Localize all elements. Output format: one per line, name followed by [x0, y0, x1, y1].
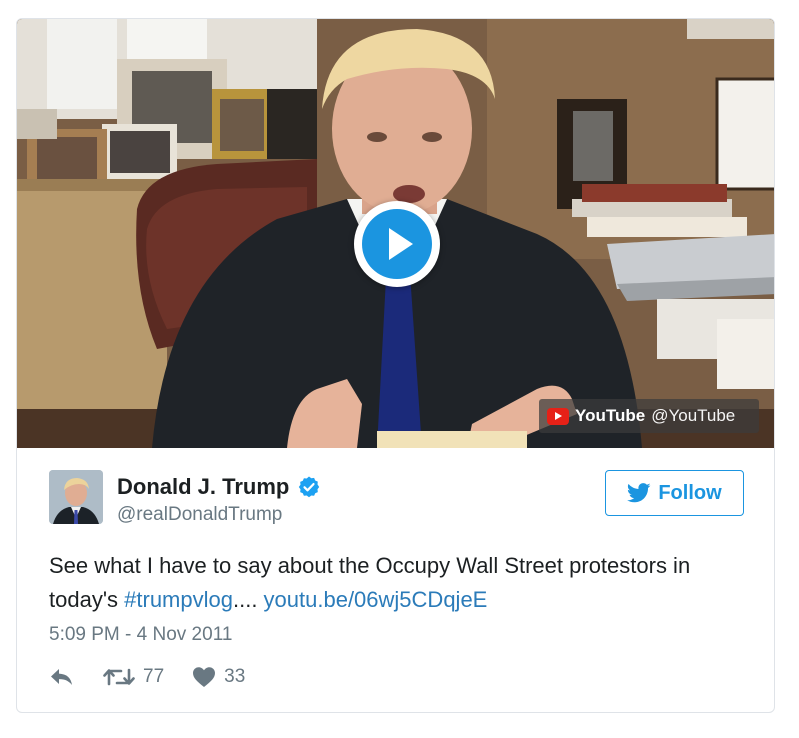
embedded-tweet-card: YouTube @YouTube Donald J. Trump @realDo…: [16, 18, 775, 713]
video-url-link[interactable]: youtu.be/06wj5CDqjeE: [264, 587, 488, 612]
youtube-provider-handle: @YouTube: [651, 406, 736, 425]
avatar[interactable]: [49, 470, 103, 524]
youtube-provider-name: YouTube: [575, 406, 646, 425]
reply-button[interactable]: [49, 667, 75, 687]
tweet-actions: 77 33: [49, 666, 245, 688]
video-thumbnail[interactable]: YouTube @YouTube: [17, 19, 774, 448]
tweet-text: See what I have to say about the Occupy …: [49, 549, 749, 617]
verified-badge-icon: [299, 476, 320, 498]
author-name-row[interactable]: Donald J. Trump: [117, 474, 321, 500]
retweet-button[interactable]: 77: [103, 666, 164, 688]
play-button[interactable]: [354, 201, 440, 287]
follow-button[interactable]: Follow: [605, 470, 744, 516]
author-display-name[interactable]: Donald J. Trump: [117, 474, 289, 500]
like-count: 33: [224, 666, 246, 687]
author-handle[interactable]: @realDonaldTrump: [117, 504, 282, 526]
like-button[interactable]: 33: [192, 666, 245, 688]
retweet-count: 77: [143, 666, 165, 687]
twitter-bird-icon: [627, 483, 651, 503]
heart-icon: [193, 667, 216, 687]
play-icon: [362, 209, 432, 279]
follow-button-label: Follow: [658, 481, 722, 504]
tweet-timestamp[interactable]: 5:09 PM - 4 Nov 2011: [49, 624, 232, 646]
retweet-icon: [103, 668, 135, 686]
youtube-logo-icon: [547, 407, 569, 425]
tweet-text-middle: ....: [232, 587, 264, 612]
reply-icon: [51, 669, 72, 685]
youtube-attribution[interactable]: YouTube @YouTube: [539, 399, 759, 433]
hashtag-link[interactable]: #trumpvlog: [124, 587, 233, 612]
